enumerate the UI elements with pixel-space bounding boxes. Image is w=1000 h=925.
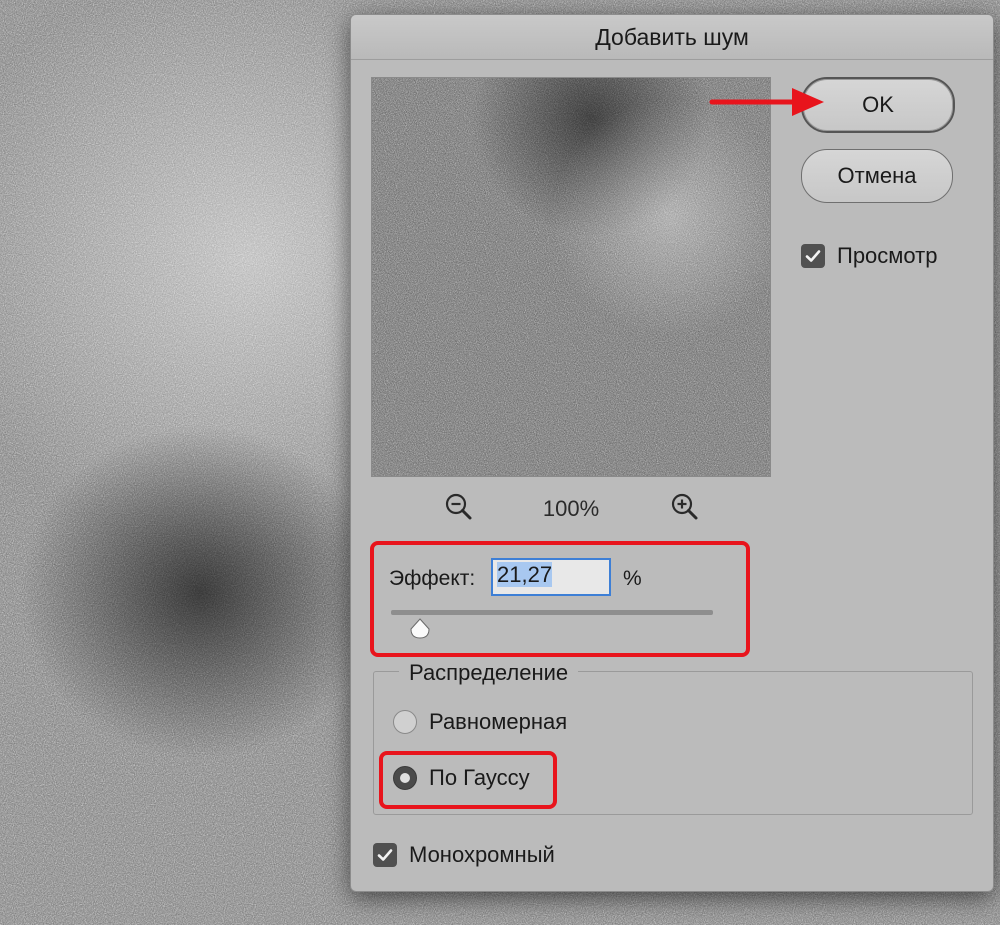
preview-area[interactable] — [371, 77, 771, 477]
distribution-group — [373, 671, 973, 815]
radio-uniform-button[interactable] — [393, 710, 417, 734]
radio-gaussian[interactable]: По Гауссу — [393, 765, 530, 791]
dialog-titlebar[interactable]: Добавить шум — [351, 15, 993, 60]
zoom-in-button[interactable] — [669, 491, 701, 523]
radio-gaussian-label: По Гауссу — [429, 765, 530, 790]
dialog-title: Добавить шум — [595, 23, 749, 50]
effect-amount-value: 21,27 — [497, 562, 553, 587]
radio-gaussian-button[interactable] — [393, 766, 417, 790]
preview-checkbox-row[interactable]: Просмотр — [801, 243, 937, 269]
add-noise-dialog: Добавить шум 100% OK Отмена Просмотр Эфф… — [350, 14, 994, 892]
cancel-button-label: Отмена — [837, 163, 917, 188]
preview-noise-image — [372, 78, 770, 476]
ok-button-label: OK — [862, 92, 894, 117]
effect-label: Эффект: — [389, 567, 476, 590]
effect-unit: % — [623, 567, 642, 590]
checkmark-icon — [377, 849, 393, 861]
ok-button[interactable]: OK — [801, 77, 955, 133]
monochrome-checkbox-row[interactable]: Монохромный — [373, 842, 555, 868]
zoom-level: 100% — [542, 496, 600, 521]
effect-slider-thumb[interactable] — [408, 617, 432, 641]
slider-thumb-icon — [410, 618, 430, 639]
zoom-in-icon — [671, 493, 698, 520]
effect-amount-input[interactable]: 21,27 — [491, 558, 611, 596]
checkmark-icon — [805, 250, 821, 262]
radio-uniform[interactable]: Равномерная — [393, 709, 567, 735]
radio-uniform-label: Равномерная — [429, 709, 568, 734]
effect-slider-track[interactable] — [391, 610, 713, 615]
monochrome-checkbox[interactable] — [373, 843, 397, 867]
cancel-button[interactable]: Отмена — [801, 149, 953, 203]
distribution-legend: Распределение — [399, 660, 579, 686]
preview-checkbox[interactable] — [801, 244, 825, 268]
monochrome-checkbox-label: Монохромный — [409, 842, 555, 867]
preview-checkbox-label: Просмотр — [837, 243, 938, 268]
zoom-controls: 100% — [371, 491, 771, 527]
